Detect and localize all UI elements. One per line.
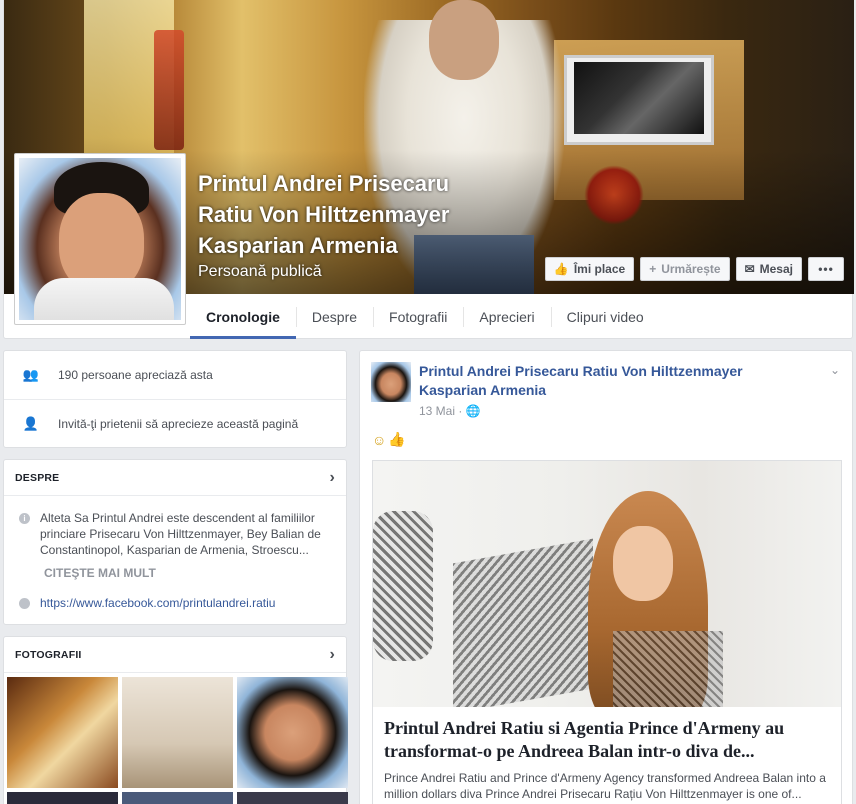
message-button[interactable]: ✉ Mesaj (735, 257, 802, 281)
photo-thumbnail[interactable] (237, 792, 348, 804)
more-options-button[interactable]: ••• (808, 257, 844, 281)
likes-count-row[interactable]: 👥 190 persoane apreciază asta (4, 351, 346, 399)
tab-likes[interactable]: Aprecieri (463, 294, 550, 339)
follow-button[interactable]: + Urmărește (640, 257, 730, 281)
about-header[interactable]: DESPRE › (4, 460, 346, 496)
message-icon: ✉ (744, 262, 755, 276)
avatar[interactable] (371, 362, 411, 402)
plus-icon: + (649, 262, 657, 276)
link-description: Prince Andrei Ratiu and Prince d'Armeny … (384, 771, 826, 801)
see-more-link[interactable]: CITEŞTE MAI MULT (44, 566, 336, 580)
cover-actions: 👍 Îmi place + Urmărește ✉ Mesaj ••• (544, 257, 844, 281)
tab-photos[interactable]: Fotografii (373, 294, 463, 339)
post-emoticons: ☺ 👍 (372, 431, 406, 448)
globe-icon: 🌐 (465, 404, 481, 418)
chevron-right-icon: › (329, 645, 335, 663)
link-preview[interactable]: Printul Andrei Ratiu si Agentia Prince d… (372, 460, 842, 804)
info-icon: i (19, 513, 30, 524)
chevron-right-icon: › (329, 468, 335, 486)
tab-videos[interactable]: Clipuri video (550, 294, 660, 339)
globe-icon (19, 597, 30, 609)
chevron-down-icon[interactable]: ⌄ (830, 363, 840, 377)
website-link[interactable]: https://www.facebook.com/printulandrei.r… (40, 596, 275, 610)
tab-timeline[interactable]: Cronologie (190, 294, 296, 339)
photo-thumbnail[interactable] (122, 677, 233, 788)
photos-header[interactable]: FOTOGRAFII › (4, 637, 346, 673)
photos-card: FOTOGRAFII › (3, 636, 348, 804)
invite-friends-row[interactable]: 👤 Invită-ţi prietenii să aprecieze aceas… (4, 399, 346, 447)
post-author[interactable]: Printul Andrei Prisecaru Ratiu Von Hiltt… (419, 362, 779, 400)
likes-card: 👥 190 persoane apreciază asta 👤 Invită-ţ… (3, 350, 347, 448)
thumbs-up-icon: 👍 (553, 262, 569, 276)
about-card: DESPRE › i Alteta Sa Printul Andrei este… (3, 459, 347, 625)
timeline-post: Printul Andrei Prisecaru Ratiu Von Hiltt… (359, 350, 853, 804)
photo-thumbnail[interactable] (237, 677, 348, 788)
about-description: Alteta Sa Printul Andrei este descendent… (40, 511, 321, 557)
tab-about[interactable]: Despre (295, 294, 373, 339)
page-name[interactable]: Printul Andrei Prisecaru Ratiu Von Hiltt… (198, 168, 518, 261)
post-timestamp[interactable]: 13 Mai · 🌐 (419, 404, 779, 418)
link-title[interactable]: Printul Andrei Ratiu si Agentia Prince d… (384, 717, 830, 763)
profile-picture[interactable] (14, 153, 186, 325)
photo-thumbnail[interactable] (122, 792, 233, 804)
thumbs-up-icon: 👍 (388, 431, 406, 447)
photo-thumbnail[interactable] (7, 792, 118, 804)
smile-icon: ☺ (372, 431, 387, 448)
people-icon: 👥 (22, 367, 40, 382)
add-person-icon: 👤 (22, 415, 40, 431)
timeline-tabs: Cronologie Despre Fotografii Aprecieri C… (190, 294, 660, 339)
like-button[interactable]: 👍 Îmi place (544, 257, 635, 281)
link-preview-image[interactable] (373, 461, 841, 707)
photo-thumbnail[interactable] (7, 677, 118, 788)
page-category[interactable]: Persoană publică (198, 263, 322, 281)
